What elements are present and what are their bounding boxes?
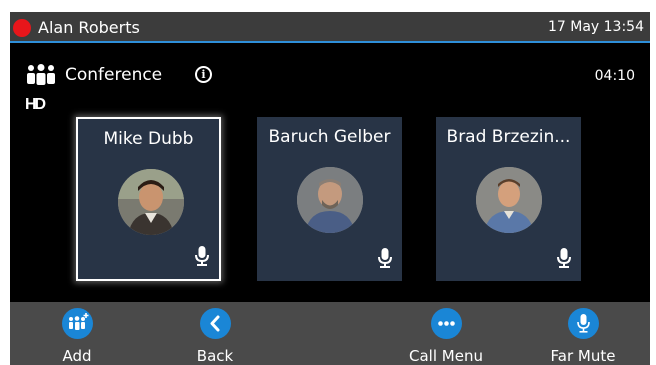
info-icon[interactable]: i: [195, 66, 212, 83]
softkey-label: Call Menu: [409, 347, 483, 365]
participant-avatar: [297, 167, 363, 233]
microphone-icon: [378, 248, 392, 272]
softkey-label: Far Mute: [550, 347, 616, 365]
participant-tile[interactable]: Mike Dubb: [76, 117, 221, 281]
add-button[interactable]: Add: [22, 302, 132, 365]
participant-tile[interactable]: Brad Brzezin...: [436, 117, 581, 281]
ellipsis-icon: [431, 308, 462, 339]
call-menu-button[interactable]: Call Menu: [391, 302, 501, 365]
presence-status-icon: [13, 19, 31, 37]
add-participant-icon: [62, 308, 93, 339]
participant-tile[interactable]: Baruch Gelber: [257, 117, 402, 281]
participant-name: Mike Dubb: [103, 129, 194, 149]
status-header: Alan Roberts 17 May 13:54: [10, 12, 650, 43]
hd-audio-icon: HD: [25, 96, 46, 113]
user-name: Alan Roberts: [38, 18, 140, 37]
microphone-icon: [568, 308, 599, 339]
date-time: 17 May 13:54: [547, 19, 644, 35]
conference-icon: [26, 64, 56, 90]
participant-name: Baruch Gelber: [268, 127, 391, 147]
back-button[interactable]: Back: [160, 302, 270, 365]
softkey-label: Add: [62, 347, 92, 365]
far-mute-button[interactable]: Far Mute: [528, 302, 638, 365]
softkey-label: Back: [196, 347, 234, 365]
call-timer: 04:10: [594, 68, 635, 84]
softkey-bar: Add Back Call Menu Far Mute: [10, 302, 650, 365]
microphone-icon: [195, 246, 209, 270]
microphone-icon: [557, 248, 571, 272]
participant-avatar: [476, 167, 542, 233]
chevron-left-icon: [200, 308, 231, 339]
phone-screen: Alan Roberts 17 May 13:54 Conference i 0…: [10, 12, 650, 365]
call-type-label: Conference: [65, 65, 163, 85]
participant-avatar: [118, 169, 184, 235]
participant-name: Brad Brzezin...: [446, 127, 571, 147]
